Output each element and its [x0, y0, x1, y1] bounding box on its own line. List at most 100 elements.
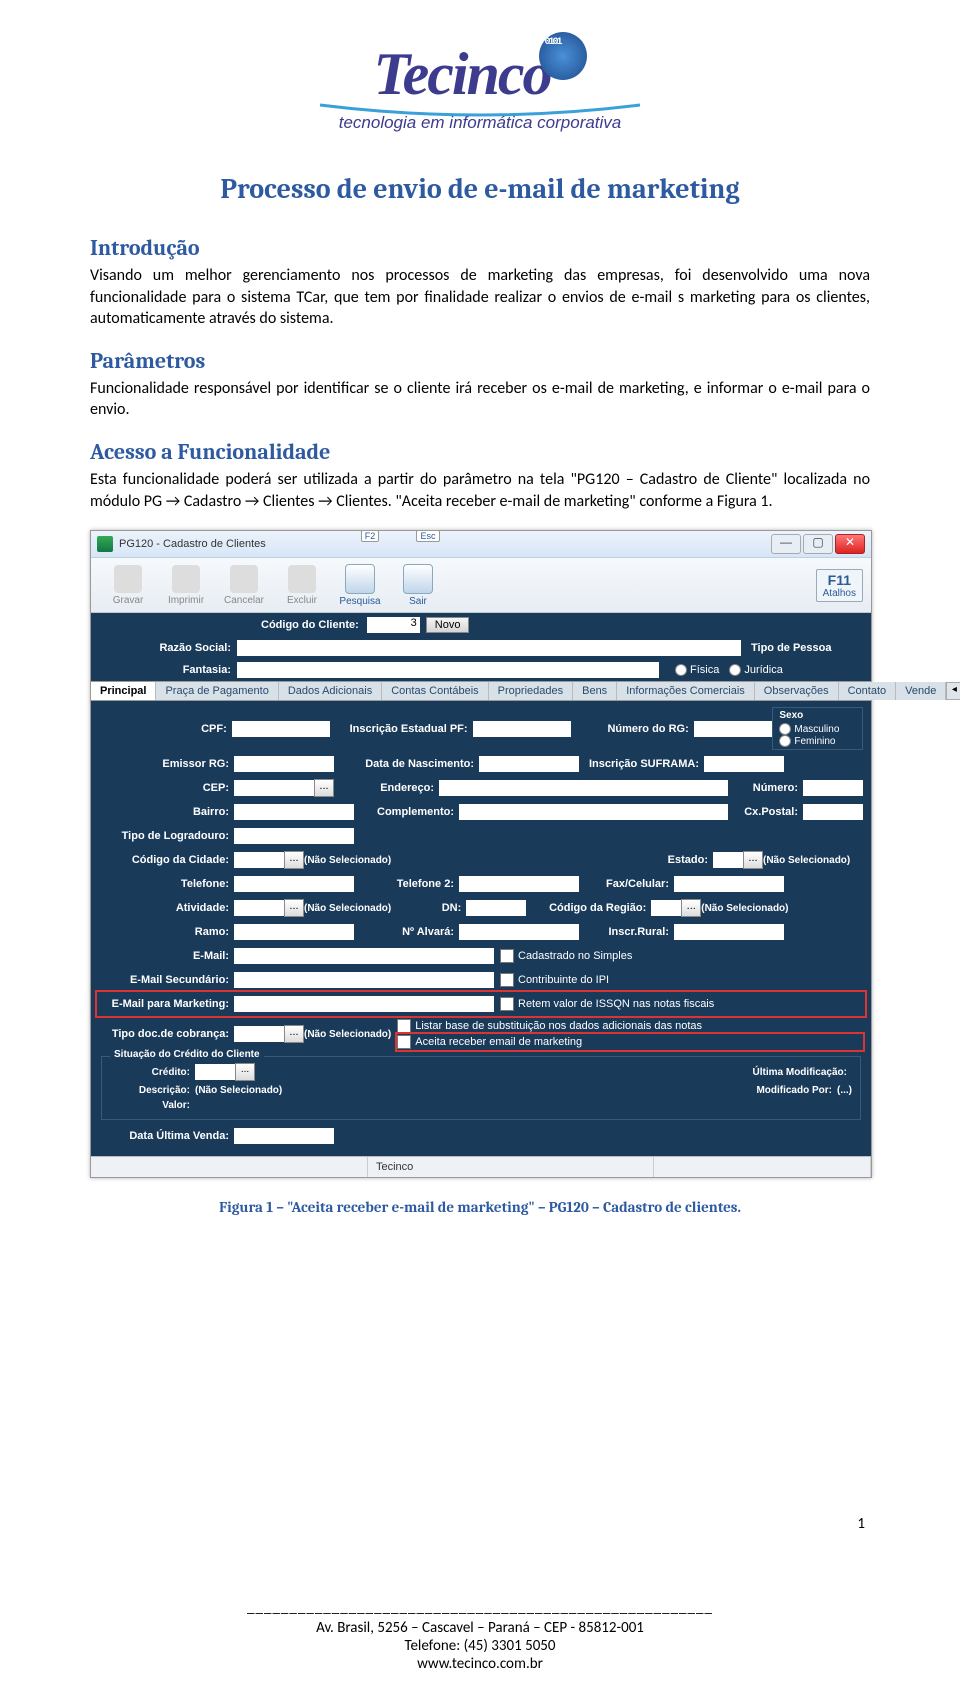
emissor-rg-field[interactable]: [234, 756, 334, 772]
tipo-log-field[interactable]: [234, 828, 354, 844]
cep-label: CEP:: [99, 782, 234, 794]
numero-label: Número:: [728, 782, 803, 794]
credito-groupbox: Situação do Crédito do Cliente Crédito: …: [101, 1056, 861, 1120]
email-label: E-Mail:: [99, 950, 234, 962]
endereco-field[interactable]: [439, 780, 728, 796]
check-listar-base[interactable]: Listar base de substituição nos dados ad…: [397, 1018, 863, 1034]
cidade-lookup-button[interactable]: ...: [284, 851, 304, 869]
atividade-lookup-button[interactable]: ...: [284, 899, 304, 917]
ultima-venda-field[interactable]: [234, 1128, 334, 1144]
alvara-field[interactable]: [459, 924, 579, 940]
tab-obs[interactable]: Observações: [755, 682, 839, 700]
tipo-doc-lookup-button[interactable]: ...: [284, 1025, 304, 1043]
email-mkt-label: E-Mail para Marketing:: [105, 998, 234, 1010]
tab-dados[interactable]: Dados Adicionais: [279, 682, 382, 700]
atividade-field[interactable]: [234, 900, 284, 916]
pesquisa-button[interactable]: Pesquisa F2: [331, 564, 389, 607]
logo-text: Tecinco: [310, 40, 650, 109]
save-icon: [114, 565, 142, 593]
cxpostal-field[interactable]: [803, 804, 863, 820]
tab-info[interactable]: Informações Comerciais: [617, 682, 755, 700]
inscr-rural-field[interactable]: [674, 924, 784, 940]
dn-field[interactable]: [466, 900, 526, 916]
radio-fisica[interactable]: Física: [675, 664, 719, 676]
telefone2-label: Telefone 2:: [354, 878, 459, 890]
codigo-field[interactable]: 3: [367, 617, 420, 633]
radio-juridica[interactable]: Jurídica: [729, 664, 783, 676]
tab-praca[interactable]: Praça de Pagamento: [156, 682, 278, 700]
check-aceita-email[interactable]: Aceita receber email de marketing: [397, 1034, 863, 1050]
cidade-hint: (Não Selecionado): [304, 855, 391, 866]
minimize-button[interactable]: —: [771, 534, 801, 554]
tab-contas[interactable]: Contas Contábeis: [382, 682, 488, 700]
fax-label: Fax/Celular:: [579, 878, 674, 890]
cod-cidade-field[interactable]: [234, 852, 284, 868]
footer-website: www.tecinco.com.br: [0, 1655, 960, 1673]
insc-pf-field[interactable]: [473, 721, 571, 737]
email-mkt-field[interactable]: [234, 996, 494, 1012]
cep-field[interactable]: [234, 780, 314, 796]
cancelar-button[interactable]: Cancelar: [215, 565, 273, 606]
estado-lookup-button[interactable]: ...: [743, 851, 763, 869]
figure-caption: Figura 1 – "Aceita receber e-mail de mar…: [90, 1198, 870, 1216]
ramo-field[interactable]: [234, 924, 354, 940]
gravar-button[interactable]: Gravar: [99, 565, 157, 606]
cpf-field[interactable]: [232, 721, 330, 737]
tab-vende[interactable]: Vende: [896, 682, 946, 700]
razao-field[interactable]: [237, 640, 741, 656]
tab-principal[interactable]: Principal: [91, 682, 156, 700]
fantasia-label: Fantasia:: [101, 664, 237, 676]
delete-icon: [288, 565, 316, 593]
radio-feminino[interactable]: Feminino: [779, 735, 856, 747]
checkbox-icon: [397, 1019, 411, 1033]
tipo-log-label: Tipo de Logradouro:: [99, 830, 234, 842]
sair-button[interactable]: Sair Esc: [389, 564, 447, 607]
credito-field[interactable]: [195, 1064, 235, 1080]
estado-hint: (Não Selecionado): [763, 855, 863, 866]
close-button[interactable]: ✕: [835, 534, 865, 554]
descricao-label: Descrição:: [110, 1085, 195, 1096]
num-rg-field[interactable]: [694, 721, 773, 737]
globe-icon: [539, 32, 587, 80]
excluir-button[interactable]: Excluir: [273, 565, 331, 606]
maximize-button[interactable]: ▢: [803, 534, 833, 554]
estado-label: Estado:: [648, 854, 713, 866]
bairro-field[interactable]: [234, 804, 354, 820]
check-retem-issqn[interactable]: Retem valor de ISSQN nas notas fiscais: [500, 996, 857, 1012]
complemento-field[interactable]: [459, 804, 728, 820]
email-sec-field[interactable]: [234, 972, 494, 988]
credito-lookup-button[interactable]: ...: [235, 1063, 255, 1081]
tipo-doc-field[interactable]: [234, 1026, 284, 1042]
tab-prop[interactable]: Propriedades: [489, 682, 573, 700]
dn-label: DN:: [411, 902, 466, 914]
fantasia-field[interactable]: [237, 662, 659, 678]
tab-contato[interactable]: Contato: [839, 682, 897, 700]
razao-label: Razão Social:: [101, 642, 237, 654]
check-contrib-ipi[interactable]: Contribuinte do IPI: [500, 972, 863, 988]
insc-suframa-field[interactable]: [704, 756, 784, 772]
radio-icon: [779, 735, 791, 747]
tab-scroll[interactable]: ◂▸: [946, 682, 960, 700]
telefone2-field[interactable]: [459, 876, 579, 892]
numero-field[interactable]: [803, 780, 863, 796]
cep-lookup-button[interactable]: ...: [314, 779, 334, 797]
fax-field[interactable]: [674, 876, 784, 892]
regiao-lookup-button[interactable]: ...: [681, 899, 701, 917]
mod-por-label: Modificado Por:: [722, 1085, 837, 1096]
email-field[interactable]: [234, 948, 494, 964]
section-param-heading: Parâmetros: [90, 348, 870, 374]
logo-block: Tecinco tecnologia em informática corpor…: [90, 40, 870, 133]
atalhos-button[interactable]: F11 Atalhos: [816, 569, 863, 602]
codigo-label: Código do Cliente:: [261, 619, 359, 631]
check-cad-simples[interactable]: Cadastrado no Simples: [500, 948, 863, 964]
status-bar: Tecinco: [91, 1156, 871, 1177]
data-nasc-field[interactable]: [479, 756, 579, 772]
estado-field[interactable]: [713, 852, 743, 868]
imprimir-button[interactable]: Imprimir: [157, 565, 215, 606]
telefone-field[interactable]: [234, 876, 354, 892]
novo-button[interactable]: Novo: [426, 617, 470, 633]
radio-masculino[interactable]: Masculino: [779, 723, 856, 735]
cod-regiao-field[interactable]: [651, 900, 681, 916]
tab-bens[interactable]: Bens: [573, 682, 617, 700]
window-title: PG120 - Cadastro de Clientes: [119, 538, 771, 550]
